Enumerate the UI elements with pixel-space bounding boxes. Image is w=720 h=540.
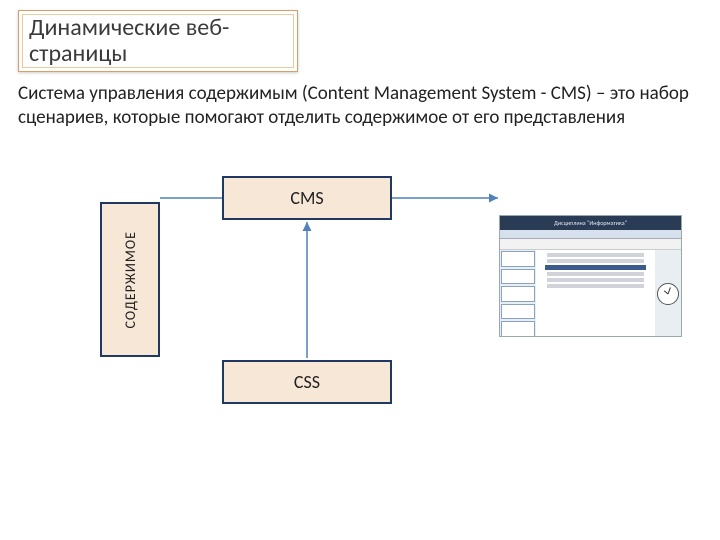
content-box-label: СОДЕРЖИМОЕ [122, 231, 139, 329]
screenshot-row [501, 321, 535, 337]
css-box: CSS [222, 360, 392, 404]
slide-title: Динамические веб-страницы [29, 15, 287, 68]
screenshot-main [536, 250, 655, 337]
screenshot-text-line [547, 259, 643, 263]
screenshot-row [501, 286, 535, 302]
cms-box: CMS [222, 176, 392, 220]
content-box: СОДЕРЖИМОЕ [100, 202, 160, 357]
screenshot-text-line [545, 265, 647, 270]
example-screenshot: Дисциплина "Информатика" [499, 215, 682, 337]
css-box-label: CSS [294, 371, 320, 393]
cms-box-label: CMS [290, 187, 323, 209]
slide-title-box: Динамические веб-страницы [18, 10, 298, 72]
screenshot-text-line [547, 284, 643, 288]
screenshot-right-column [655, 250, 681, 337]
screenshot-row [501, 251, 535, 267]
screenshot-row [501, 304, 535, 320]
screenshot-text-line [547, 278, 643, 282]
screenshot-row [501, 269, 535, 285]
screenshot-text-line [547, 272, 643, 276]
slide-description: Система управления содержимым (Content M… [18, 82, 702, 130]
screenshot-menu [500, 230, 681, 239]
screenshot-banner [500, 239, 681, 250]
screenshot-body [500, 250, 681, 337]
slide: Динамические веб-страницы Система управл… [0, 0, 720, 540]
screenshot-text-line [547, 253, 643, 257]
screenshot-header: Дисциплина "Информатика" [500, 216, 681, 230]
clock-icon [657, 283, 679, 305]
screenshot-left-column [500, 250, 536, 337]
